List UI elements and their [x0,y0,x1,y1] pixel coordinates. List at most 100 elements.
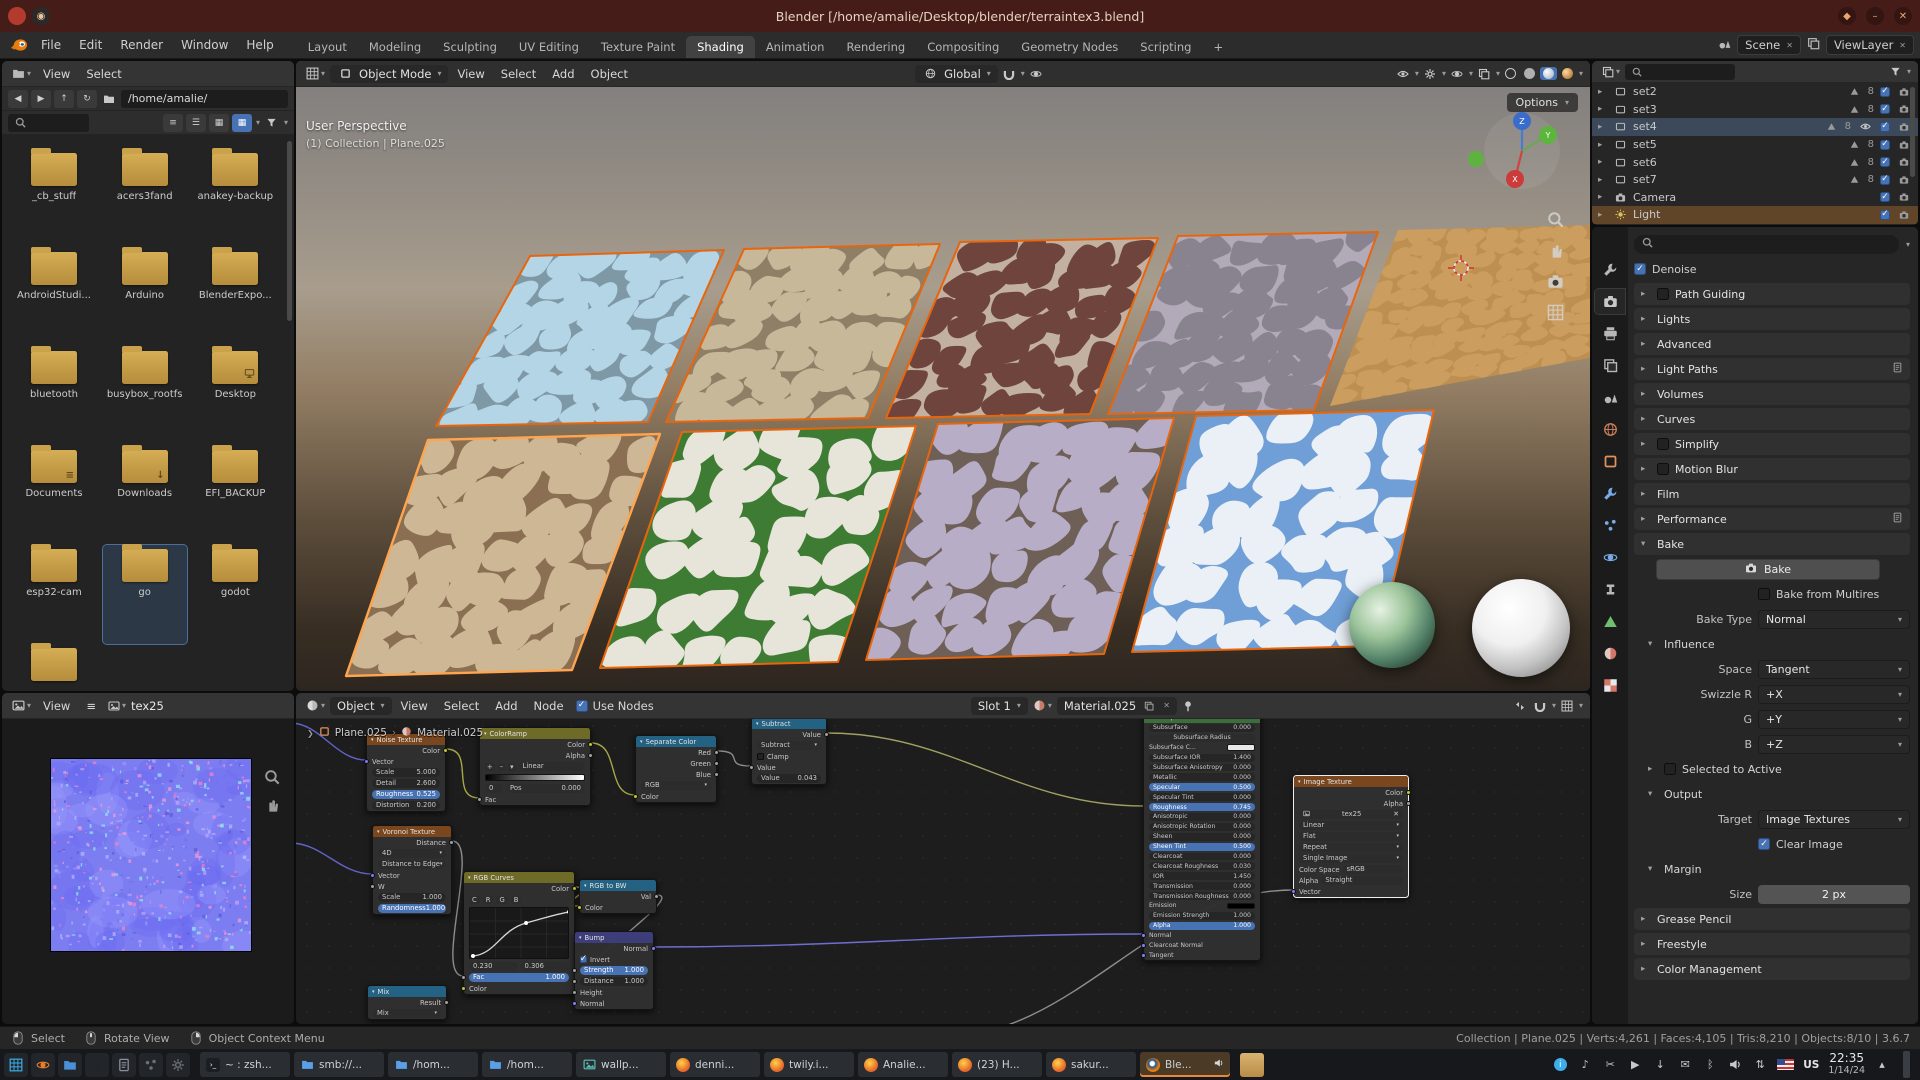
menu-help[interactable]: Help [237,35,282,55]
launcher-settings-icon[interactable] [166,1053,190,1077]
prop-clear-image-checkbox[interactable] [1758,838,1770,850]
node-bsdf-subsurface[interactable]: Subsurface0.000 [1144,723,1260,733]
prop-clear-image[interactable]: Clear Image [1634,833,1910,855]
node-curves-fac[interactable]: Fac1.000 [464,972,574,983]
folder-item-arduino[interactable]: Arduino [103,248,187,347]
viewport-menu-view[interactable]: View [450,65,491,83]
visibility-toggle-icon[interactable] [1394,67,1412,81]
node-mix[interactable]: ▾MixResultMix▾ [367,985,447,1020]
node-math-clamp[interactable]: Clamp [752,751,826,762]
section-arrow[interactable]: ▾ [1648,789,1658,799]
outliner-filter-dropdown[interactable]: ▾ [1907,67,1911,76]
node-bump-strength[interactable]: Strength1.000 [575,965,653,976]
filter-dropdown[interactable]: ▾ [284,118,288,127]
taskbar-window--zsh-[interactable]: ›_~ : zsh... [200,1052,290,1077]
file-nav-back-button[interactable]: ◀ [8,90,28,108]
properties-tab-render[interactable] [1595,289,1625,314]
shading-dropdown[interactable]: ▾ [1579,69,1583,78]
editor-type-file-browser[interactable]: ▾ [9,66,34,81]
exclude-checkbox[interactable] [1880,175,1890,185]
tray-download-icon[interactable]: ↓ [1652,1057,1668,1073]
node-bsdf-subsurface-anisotropy[interactable]: Subsurface Anisotropy0.000 [1144,763,1260,773]
node-ramp-linear[interactable]: +–▾Linear [480,761,590,772]
shading-rendered-button[interactable] [1559,67,1576,80]
viewport-zoom-button[interactable] [1547,211,1564,228]
gizmos-toggle-icon[interactable] [1421,67,1439,81]
node-tex-alpha[interactable]: AlphaStraight [1294,875,1408,886]
blender-logo-icon[interactable] [10,38,28,52]
notifications-icon[interactable]: ▴ [1874,1057,1890,1073]
section-arrow[interactable]: ▸ [1641,464,1651,474]
prop-denoise[interactable]: Denoise [1634,258,1910,280]
tray-screenshot-icon[interactable]: ✂ [1602,1057,1618,1073]
expand-icon[interactable]: ▸ [1598,104,1608,114]
prop-bake-from-multires[interactable]: Bake from Multires [1634,583,1910,605]
node-editor-menu-add[interactable]: Add [488,697,524,715]
window-shade-button[interactable]: ◆ [1838,7,1856,25]
file-nav-up-button[interactable]: ↑ [54,90,74,108]
node-editor-menu-view[interactable]: View [394,697,435,715]
properties-tab-world[interactable] [1595,417,1625,442]
taskbar-window--hom-[interactable]: /hom... [388,1052,478,1077]
file-nav-forward-button[interactable]: ▶ [31,90,51,108]
folder-item-bluetooth[interactable]: bluetooth [12,347,96,446]
prop-motion-blur-checkbox[interactable] [1657,463,1669,475]
node-bsdf-emission-strength[interactable]: Emission Strength1.000 [1144,911,1260,921]
exclude-checkbox[interactable] [1880,192,1890,202]
editor-type-shader[interactable]: ▾ [303,698,328,713]
node-bsdf-emission[interactable]: Emission [1144,901,1260,911]
taskbar-window-analie-[interactable]: Analie... [858,1052,948,1077]
section-arrow[interactable]: ▸ [1641,339,1651,349]
section-arrow[interactable]: ▸ [1641,364,1651,374]
window-menu-icon[interactable]: ◉ [32,7,50,25]
launcher-firefox-icon[interactable] [31,1053,55,1077]
section-arrow[interactable]: ▸ [1641,964,1651,974]
node-tex-flat[interactable]: Flat▾ [1294,831,1408,842]
prop-advanced-section[interactable]: ▸Advanced [1634,333,1910,355]
exclude-checkbox[interactable] [1880,140,1890,150]
node-math[interactable]: ▾SubtractValueSubtract▾ClampValueValue0.… [751,717,827,785]
xray-toggle-icon[interactable] [1475,67,1493,81]
node-tex-color-space[interactable]: Color SpacesRGB [1294,864,1408,875]
shading-material-preview-button[interactable] [1540,67,1557,80]
workspace-tab-uv-editing[interactable]: UV Editing [508,36,590,58]
node-voronoi-distance-to-edge[interactable]: Distance to Edge▾ [373,859,451,870]
folder-item-busybox-rootfs[interactable]: busybox_rootfs [103,347,187,446]
outliner-item-set4[interactable]: ▸set48 [1592,118,1918,136]
section-arrow[interactable]: ▸ [1641,414,1651,424]
material-slot-dropdown[interactable]: Slot 1▾ [971,697,1028,715]
outliner-item-set5[interactable]: ▸set58 [1592,136,1918,154]
folder-item-partial[interactable] [12,644,96,691]
node-bsdf-transmission-roughness[interactable]: Transmission Roughness0.000 [1144,891,1260,901]
view-layer-unlink-icon[interactable]: ✕ [1899,41,1906,50]
properties-search-input[interactable] [1634,235,1899,254]
node-rgb2bw[interactable]: ▾RGB to BWValColor [579,879,657,914]
tray-media-icon[interactable]: ♪ [1577,1057,1593,1073]
exclude-checkbox[interactable] [1880,122,1890,132]
node-bump-distance[interactable]: Distance1.000 [575,976,653,987]
node-sepcol[interactable]: ▾Separate ColorRedGreenBlueRGB▾Color [635,735,717,803]
tray-info-icon[interactable]: i [1552,1057,1568,1073]
file-browser-scrollbar[interactable] [287,141,292,321]
tray-network-icon[interactable]: ⇅ [1752,1057,1768,1073]
node-bsdf-specular-tint[interactable]: Specular Tint0.000 [1144,792,1260,802]
properties-tab-physics[interactable] [1595,545,1625,570]
prop-b-dropdown[interactable]: +Z▾ [1758,735,1910,754]
prop-motion-blur-section[interactable]: ▸Motion Blur [1634,458,1910,480]
outliner-item-set2[interactable]: ▸set28 [1592,83,1918,101]
image-editor-hamburger-icon[interactable]: ≡ [79,697,103,715]
prop-performance-section[interactable]: ▸Performance [1634,508,1910,530]
node-voronoi-scale[interactable]: Scale1.000 [373,892,451,903]
prop-freestyle-section[interactable]: ▸Freestyle [1634,933,1910,955]
workspace-tab-modeling[interactable]: Modeling [358,36,432,58]
node-canvas[interactable]: ▾Noise TextureColorVectorScale5.000Detai… [296,693,1590,1024]
prop-target-dropdown[interactable]: Image Textures▾ [1758,810,1910,829]
properties-tab-modifiers[interactable] [1595,481,1625,506]
scene-selector[interactable]: Scene ✕ [1737,35,1801,55]
normal-map-image[interactable] [51,759,251,951]
tray-bluetooth-icon[interactable]: ᛒ [1702,1057,1718,1073]
filter-icon[interactable] [263,116,280,129]
workspace-tab-sculpting[interactable]: Sculpting [432,36,508,58]
node-bsdf-ior[interactable]: IOR1.450 [1144,871,1260,881]
prop-lights-section[interactable]: ▸Lights [1634,308,1910,330]
